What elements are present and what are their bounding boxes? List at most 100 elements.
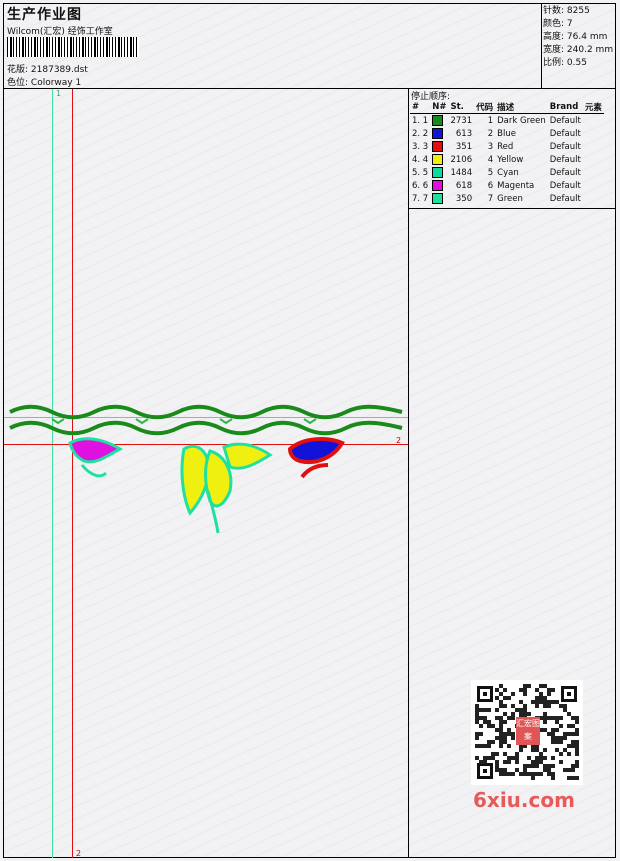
element-cell — [583, 127, 604, 140]
color-stop-row[interactable]: 4. 4 2106 4 Yellow Default — [410, 153, 604, 166]
stop-index: 3. 3 — [412, 141, 429, 152]
color-description: Magenta — [497, 180, 535, 191]
seal-stamp: 汇宏图案 — [516, 717, 540, 745]
element-cell — [583, 179, 604, 192]
column-header: 元素 — [582, 101, 604, 114]
stitch-count: 2106 — [450, 154, 473, 165]
color-code: 5 — [487, 167, 494, 178]
column-header: 代码 — [474, 101, 496, 114]
center-flower-motif — [180, 442, 273, 534]
design-stats: 针数: 8255 颜色: 7 高度: 76.4 mm 宽度: 240.2 mm … — [543, 5, 613, 70]
stitch-count: 351 — [455, 141, 473, 152]
color-stop-row[interactable]: 2. 2 613 2 Blue Default — [410, 127, 604, 140]
embroidery-design — [9, 404, 403, 534]
width-stat: 宽度: 240.2 mm — [543, 45, 614, 55]
stop-index: 5. 5 — [412, 167, 429, 178]
color-stop-row[interactable]: 6. 6 618 6 Magenta Default — [410, 179, 604, 192]
swatch-chip — [432, 128, 444, 139]
colorway-label: 色位: — [7, 78, 29, 88]
colorway-row: 色位: Colorway 1 — [7, 75, 81, 88]
color-code: 2 — [487, 128, 494, 139]
thread-brand: Default — [549, 141, 581, 152]
stats-divider — [541, 3, 542, 88]
red-vertical-guide-label: 2 — [76, 849, 82, 858]
legend-bottom-divider — [408, 208, 616, 209]
stop-index: 7. 7 — [412, 193, 429, 204]
stitches-stat: 针数: 8255 — [543, 6, 590, 16]
column-header: Brand — [547, 101, 583, 114]
color-swatch — [430, 140, 448, 153]
design-label: 花版: — [7, 65, 29, 75]
border-wave-top — [9, 404, 403, 420]
color-swatch — [430, 192, 448, 205]
color-description: Red — [497, 141, 514, 152]
thread-brand: Default — [549, 193, 581, 204]
thread-brand: Default — [549, 167, 581, 178]
color-code: 1 — [487, 115, 494, 126]
swatch-chip — [432, 167, 444, 178]
stitch-count: 1484 — [450, 167, 473, 178]
design-value: 2187389.dst — [30, 65, 88, 75]
element-cell — [583, 192, 604, 205]
thread-brand: Default — [549, 180, 581, 191]
stitch-count: 613 — [455, 128, 473, 139]
height-stat: 高度: 76.4 mm — [543, 32, 608, 42]
color-stop-table: # N# St. 代码 描述 Brand 元素 1. 1 2731 1 Dark Green Def… — [410, 101, 604, 205]
left-leaf-motif — [68, 437, 124, 478]
color-stop-row[interactable]: 5. 5 1484 5 Cyan Default — [410, 166, 604, 179]
page-title: 生产作业图 — [7, 7, 82, 23]
element-cell — [583, 114, 604, 128]
border-wave-bottom — [9, 420, 403, 436]
stitch-count: 2731 — [450, 115, 473, 126]
color-code: 6 — [487, 180, 494, 191]
column-header: St. — [448, 101, 475, 114]
watermark-text: 6xiu.com — [473, 788, 575, 812]
swatch-chip — [432, 193, 444, 204]
swatch-chip — [432, 180, 444, 191]
colors-stat: 颜色: 7 — [543, 19, 573, 29]
green-guide-label: 1 — [56, 89, 62, 98]
barcode — [7, 37, 139, 57]
color-stop-row[interactable]: 3. 3 351 3 Red Default — [410, 140, 604, 153]
color-swatch — [430, 166, 448, 179]
stop-index: 2. 2 — [412, 128, 429, 139]
colorway-value: Colorway 1 — [30, 78, 82, 88]
color-stop-row[interactable]: 7. 7 350 7 Green Default — [410, 192, 604, 205]
element-cell — [583, 166, 604, 179]
color-stop-header-row: # N# St. 代码 描述 Brand 元素 — [410, 101, 604, 114]
thread-brand: Default — [549, 115, 581, 126]
design-row: 花版: 2187389.dst — [7, 62, 88, 75]
stop-index: 4. 4 — [412, 154, 429, 165]
column-header: # — [410, 101, 431, 114]
color-stop-row[interactable]: 1. 1 2731 1 Dark Green Default — [410, 114, 604, 128]
color-code: 4 — [487, 154, 494, 165]
color-description: Yellow — [497, 154, 524, 165]
legend-divider — [408, 88, 409, 858]
stitch-count: 350 — [455, 193, 473, 204]
color-swatch — [430, 114, 448, 128]
color-code: 3 — [487, 141, 494, 152]
header-divider — [3, 88, 616, 89]
stop-index: 6. 6 — [412, 180, 429, 191]
thread-brand: Default — [549, 128, 581, 139]
swatch-chip — [432, 115, 444, 126]
stitch-count: 618 — [455, 180, 473, 191]
color-description: Cyan — [497, 167, 519, 178]
column-header: 描述 — [495, 101, 548, 114]
color-description: Blue — [497, 128, 516, 139]
software-name: Wilcom(汇宏) 经饰工作室 — [7, 27, 113, 37]
color-swatch — [430, 127, 448, 140]
swatch-chip — [432, 141, 444, 152]
color-swatch — [430, 153, 448, 166]
stop-index: 1. 1 — [412, 115, 429, 126]
element-cell — [583, 153, 604, 166]
color-stop-rows: 1. 1 2731 1 Dark Green Default 2. 2 613 2 Blue De… — [410, 114, 604, 206]
right-leaf-motif — [287, 437, 345, 479]
color-description: Green — [497, 193, 523, 204]
element-cell — [583, 140, 604, 153]
column-header: N# — [430, 101, 449, 114]
swatch-chip — [432, 154, 444, 165]
thread-brand: Default — [549, 154, 581, 165]
scale-stat: 比例: 0.55 — [543, 58, 587, 68]
color-description: Dark Green — [497, 115, 546, 126]
